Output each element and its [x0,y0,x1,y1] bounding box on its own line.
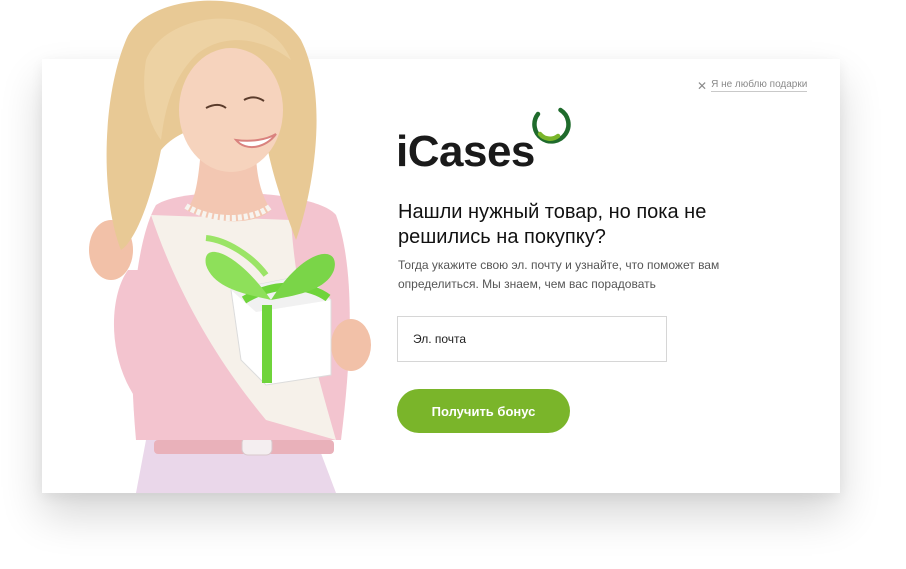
close-icon: ✕ [697,78,708,93]
email-field[interactable] [397,316,667,362]
popup-description: Тогда укажите свою эл. почту и узнайте, … [398,258,720,291]
dismiss-link[interactable]: ✕ Я не люблю подарки [697,78,808,93]
popup-headline: Нашли нужный товар, но пока не решились … [398,201,707,248]
brand-logo: iCases [396,104,586,174]
brand-name: iCases [396,127,535,176]
ring-icon [532,107,571,144]
promo-photo [66,0,386,493]
dismiss-label: Я не люблю подарки [711,79,808,92]
get-bonus-button[interactable]: Получить бонус [397,389,570,433]
